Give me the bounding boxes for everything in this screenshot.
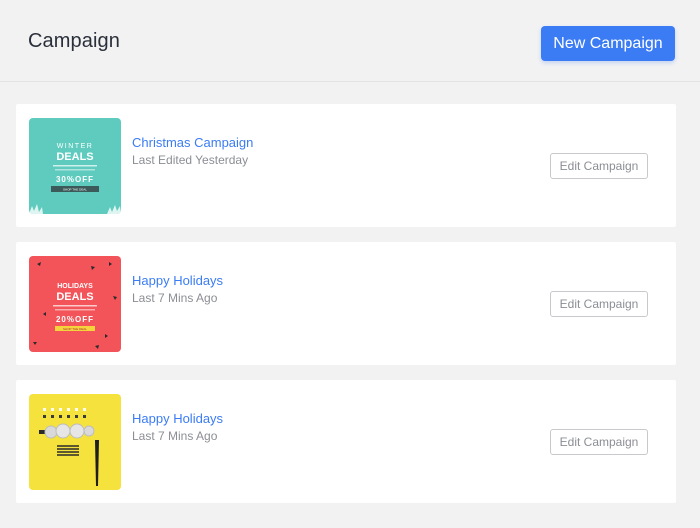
campaign-last-edited: Last 7 Mins Ago (132, 291, 218, 305)
thumb-cta: SHOP THE DEAL (63, 327, 87, 331)
campaign-last-edited: Last 7 Mins Ago (132, 429, 218, 443)
thumb-offer: 30%OFF (56, 175, 94, 184)
thumb-bg (29, 256, 121, 352)
thumb-offer: 20%OFF (56, 315, 94, 324)
thumb-line2: DEALS (56, 151, 93, 163)
thumb-line2: DEALS (56, 291, 93, 303)
thumb-line1: WINTER (57, 143, 94, 150)
new-campaign-button[interactable]: New Campaign (541, 26, 675, 61)
campaign-thumbnail[interactable] (29, 394, 121, 490)
thumb-line1: HOLIDAYS (57, 283, 93, 290)
edit-campaign-button[interactable]: Edit Campaign (550, 429, 648, 455)
campaign-title[interactable]: Happy Holidays (132, 411, 223, 426)
campaign-card: HOLIDAYS DEALS 20%OFF SHOP THE DEAL Happ… (16, 242, 676, 365)
campaign-title[interactable]: Christmas Campaign (132, 135, 253, 150)
campaign-thumbnail[interactable]: HOLIDAYS DEALS 20%OFF SHOP THE DEAL (29, 256, 121, 352)
winter-deals-image: WINTER DEALS 30%OFF SHOP THE DEAL (29, 118, 121, 214)
edit-campaign-button[interactable]: Edit Campaign (550, 291, 648, 317)
thumb-cta: SHOP THE DEAL (63, 188, 87, 192)
holidays-deals-image: HOLIDAYS DEALS 20%OFF SHOP THE DEAL (29, 256, 121, 352)
page-header: Campaign New Campaign (0, 0, 700, 82)
page-title: Campaign (28, 30, 120, 52)
campaign-card: Happy Holidays Last 7 Mins Ago Edit Camp… (16, 380, 676, 503)
campaign-last-edited: Last Edited Yesterday (132, 153, 249, 167)
table-setting-image (29, 394, 121, 490)
campaign-title[interactable]: Happy Holidays (132, 273, 223, 288)
edit-campaign-button[interactable]: Edit Campaign (550, 153, 648, 179)
campaign-card: WINTER DEALS 30%OFF SHOP THE DEAL Christ… (16, 104, 676, 227)
campaign-thumbnail[interactable]: WINTER DEALS 30%OFF SHOP THE DEAL (29, 118, 121, 214)
